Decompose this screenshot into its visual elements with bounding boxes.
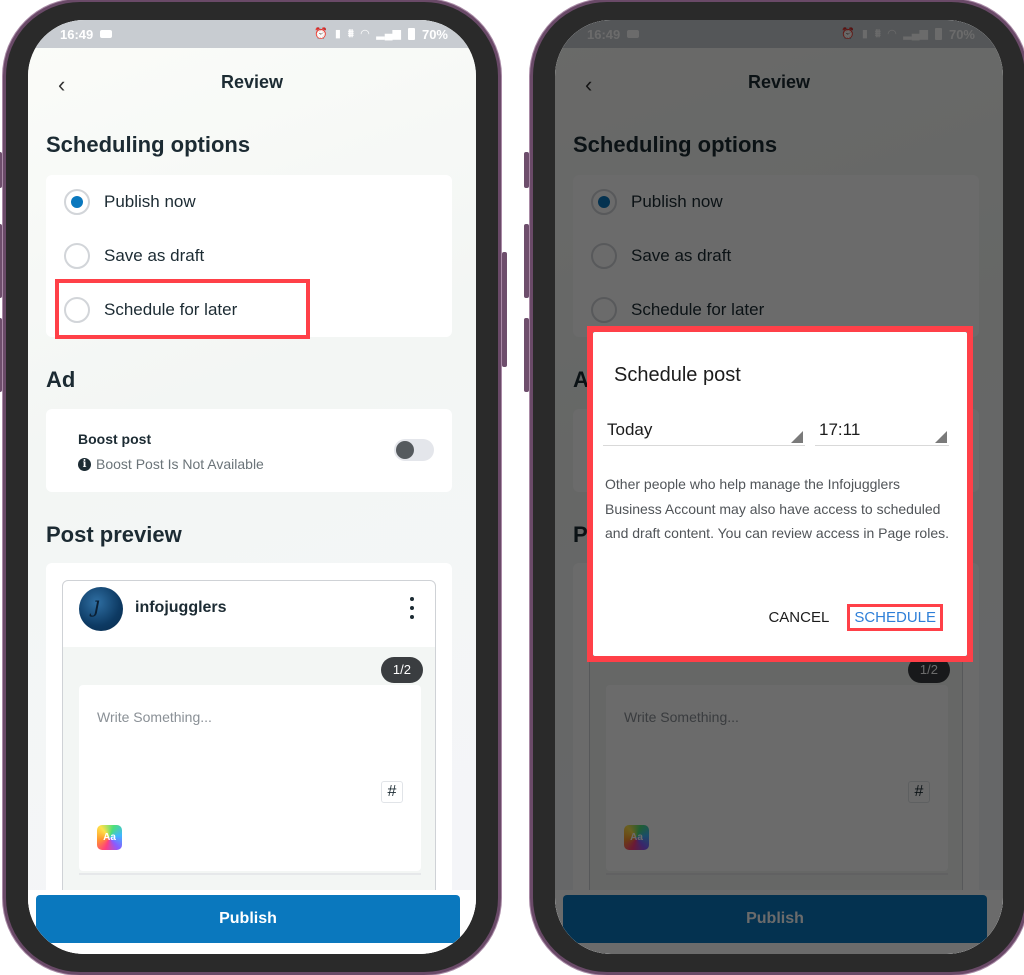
boost-post-unavailable-text: Boost Post Is Not Available: [96, 456, 264, 472]
option-save-as-draft[interactable]: Save as draft: [64, 243, 204, 269]
phone-left: 16:49 ⏰ ▮ ⩩ ◠ ▂▄▆ 70% ‹ Review Schedulin…: [0, 2, 507, 972]
time-value: 17:11: [819, 420, 861, 439]
schedule-post-dialog: Schedule post Today 17:11 Other people w…: [593, 332, 967, 656]
side-button: [524, 318, 529, 392]
more-options-icon[interactable]: [409, 597, 415, 619]
radio-unchecked-icon[interactable]: [64, 243, 90, 269]
dropdown-caret-icon: [791, 431, 803, 443]
date-value: Today: [607, 420, 653, 439]
divider: [79, 873, 421, 875]
time-dropdown[interactable]: 17:11: [815, 418, 949, 446]
wifi-icon: ◠: [360, 27, 370, 40]
volte-icon: ⩩: [347, 27, 354, 40]
info-icon: i: [78, 457, 91, 471]
battery-percent: 70%: [421, 26, 448, 42]
option-label: Publish now: [104, 192, 196, 211]
side-button: [524, 224, 529, 298]
status-bar: 16:49 ⏰ ▮ ⩩ ◠ ▂▄▆ 70%: [28, 20, 476, 48]
dialog-body: Other people who help manage the Infojug…: [605, 476, 949, 541]
avatar: ȷ: [79, 587, 123, 631]
text-style-button[interactable]: Aa: [97, 825, 122, 850]
side-button: [524, 152, 529, 188]
header: ‹ Review: [28, 48, 476, 118]
page-title: Review: [220, 72, 284, 92]
post-preview-title: Post preview: [46, 522, 182, 547]
scheduling-options-title: Scheduling options: [46, 132, 251, 157]
signal-icon: ▂▄▆: [376, 27, 401, 40]
side-button: [502, 252, 507, 367]
status-time: 16:49: [60, 26, 94, 42]
gallery-icon: [100, 30, 113, 38]
hashtag-button[interactable]: #: [381, 781, 403, 803]
dialog-title: Schedule post: [614, 364, 741, 386]
screen-left: 16:49 ⏰ ▮ ⩩ ◠ ▂▄▆ 70% ‹ Review Schedulin…: [28, 20, 476, 954]
account-name: infojugglers: [135, 599, 227, 616]
ad-section-title: Ad: [46, 367, 76, 392]
boost-post-subtitle: i Boost Post Is Not Available: [78, 456, 264, 472]
boost-post-title: Boost post: [78, 431, 152, 447]
schedule-button[interactable]: SCHEDULE: [847, 604, 943, 631]
boost-post-toggle[interactable]: [394, 439, 434, 461]
dialog-actions: CANCEL SCHEDULE: [768, 604, 943, 631]
dropdown-caret-icon: [935, 431, 947, 443]
toggle-knob: [396, 441, 414, 459]
option-label: Save as draft: [104, 246, 205, 265]
side-button: [0, 152, 2, 188]
compose-placeholder[interactable]: Write Something...: [97, 709, 212, 725]
date-dropdown[interactable]: Today: [603, 418, 805, 446]
option-publish-now[interactable]: Publish now: [64, 189, 196, 215]
side-button: [0, 318, 2, 392]
battery-icon: [407, 28, 415, 40]
side-button: [0, 224, 2, 298]
boost-post-card: Boost post i Boost Post Is Not Available: [46, 409, 452, 492]
vibrate-icon: ▮: [334, 27, 341, 40]
alarm-icon: ⏰: [314, 27, 328, 40]
highlight-annotation: [55, 279, 310, 339]
compose-area[interactable]: Write Something... # Aa: [79, 685, 421, 871]
radio-checked-icon[interactable]: [64, 189, 90, 215]
page-indicator: 1/2: [380, 657, 423, 683]
post-preview: ȷ infojugglers 1/2 Write Something... # …: [62, 580, 436, 920]
avatar-signature: ȷ: [93, 593, 100, 618]
cancel-button[interactable]: CANCEL: [768, 605, 829, 630]
publish-button[interactable]: Publish: [36, 895, 460, 943]
